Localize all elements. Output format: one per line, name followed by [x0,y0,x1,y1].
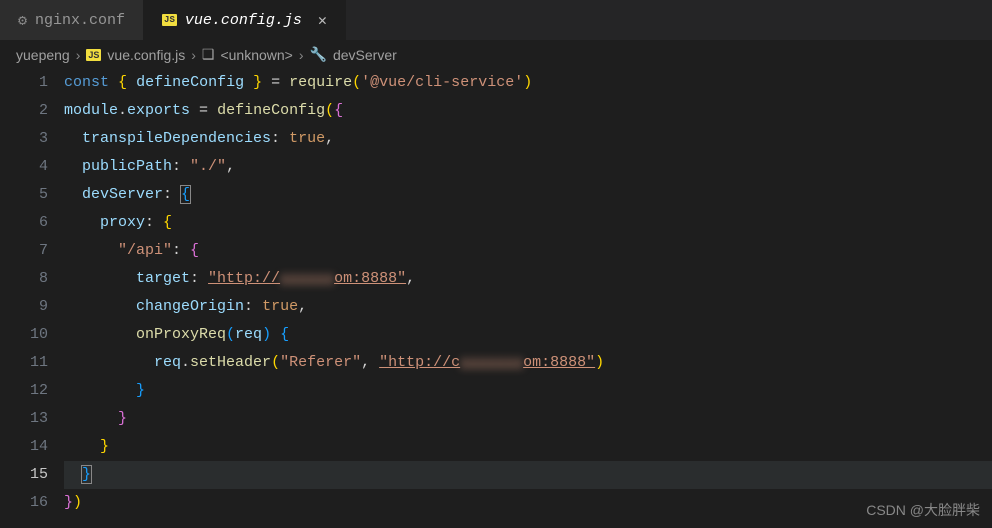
close-icon[interactable]: ✕ [318,11,327,30]
line-numbers: 1 2 3 4 5 6 7 8 9 10 11 12 13 14 15 16 [0,69,64,517]
tab-nginx-conf[interactable]: ⚙ nginx.conf [0,0,144,40]
gear-icon: ⚙ [18,11,27,30]
js-icon: JS [162,14,177,26]
breadcrumb-folder[interactable]: yuepeng [16,47,70,63]
code-line: module.exports = defineConfig({ [64,97,992,125]
breadcrumb[interactable]: yuepeng › JS vue.config.js › ❑ <unknown>… [0,40,992,69]
code-line: publicPath: "./", [64,153,992,181]
code-line: }) [64,489,992,517]
js-icon: JS [86,49,101,61]
editor-tabs: ⚙ nginx.conf JS vue.config.js ✕ [0,0,992,40]
code-line: proxy: { [64,209,992,237]
code-line: const { defineConfig } = require('@vue/c… [64,69,992,97]
code-editor[interactable]: 1 2 3 4 5 6 7 8 9 10 11 12 13 14 15 16 c… [0,69,992,517]
code-line: onProxyReq(req) { [64,321,992,349]
breadcrumb-symbol[interactable]: <unknown> [220,47,292,63]
symbol-icon: ❑ [202,46,215,63]
tab-vue-config[interactable]: JS vue.config.js ✕ [144,0,346,40]
code-line: devServer: { [64,181,992,209]
watermark: CSDN @大脸胖柴 [866,500,980,520]
breadcrumb-file[interactable]: vue.config.js [107,47,185,63]
tab-label: vue.config.js [185,12,302,29]
code-content[interactable]: const { defineConfig } = require('@vue/c… [64,69,992,517]
code-line: req.setHeader("Referer", "http://cxxxxxx… [64,349,992,377]
code-line: "/api": { [64,237,992,265]
chevron-right-icon: › [191,47,196,63]
wrench-icon: 🔧 [310,46,327,63]
code-line: changeOrigin: true, [64,293,992,321]
code-line: } [64,377,992,405]
code-line: } [64,433,992,461]
code-line: transpileDependencies: true, [64,125,992,153]
code-line: } [64,461,992,489]
code-line: target: "http://xxxxxxom:8888", [64,265,992,293]
code-line: } [64,405,992,433]
tab-label: nginx.conf [35,12,125,29]
chevron-right-icon: › [76,47,81,63]
breadcrumb-symbol[interactable]: devServer [333,47,397,63]
chevron-right-icon: › [299,47,304,63]
